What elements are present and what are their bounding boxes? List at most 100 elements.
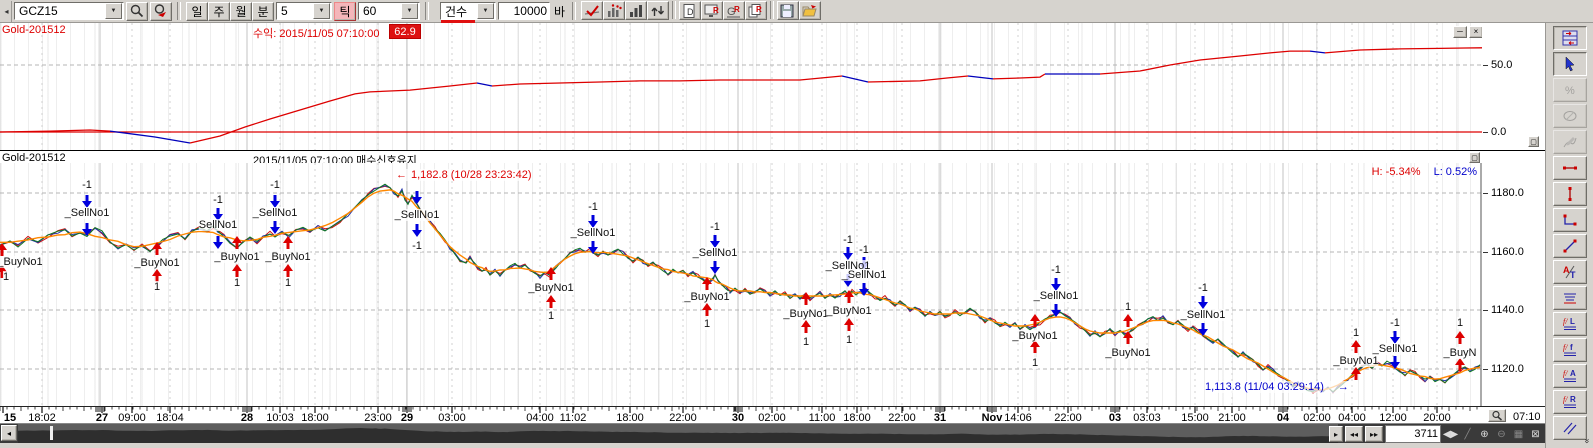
period-button-0[interactable]: 일	[186, 2, 208, 21]
chevron-down-icon[interactable]: ▼	[105, 3, 122, 19]
svg-text:f: f	[1570, 343, 1573, 352]
symbol-value: GCZ15	[15, 4, 104, 18]
parallel-lines-tool-button[interactable]	[1553, 416, 1587, 440]
close-box-icon[interactable]: ⊠	[1528, 426, 1543, 442]
search-icon	[129, 3, 145, 19]
text-tool-button[interactable]: AT	[1553, 260, 1587, 284]
svg-text:R: R	[1570, 395, 1576, 404]
symbol-combo[interactable]: GCZ15 ▼	[14, 2, 124, 20]
svg-text:f/: f/	[1563, 343, 1568, 352]
svg-text:T: T	[1570, 270, 1576, 280]
period-button-3[interactable]: 분	[252, 2, 274, 21]
toolbar-icon-group: DRGRR	[581, 1, 821, 22]
bar-count-field[interactable]	[498, 2, 550, 20]
pointer-button[interactable]	[1553, 52, 1587, 76]
price-chart[interactable]	[0, 163, 1482, 406]
tick-mode-button[interactable]: 틱	[334, 2, 356, 21]
fib-fan-tool-button[interactable]: f/A	[1553, 364, 1587, 388]
chart-navigator[interactable]: ◂ ▸◂◂▸▸ ◀▶╱⊕⊖▦⊠	[0, 423, 1545, 443]
polyline-tool-icon	[1562, 212, 1578, 228]
close-button[interactable]: ×	[1469, 26, 1483, 38]
save-button[interactable]	[777, 1, 799, 20]
period-button-2[interactable]: 월	[230, 2, 252, 21]
navigator-bar-count-input[interactable]	[1385, 425, 1441, 443]
equity-y-axis: 50.00.0	[1482, 23, 1545, 150]
chevron-down-icon[interactable]: ▼	[477, 3, 494, 19]
grid-view-icon[interactable]: ▦	[1511, 426, 1526, 442]
toolbar-scroll-left-icon[interactable]: ◂	[2, 1, 12, 22]
tick-exclaim-button[interactable]	[603, 1, 625, 20]
vline-tool-icon	[1562, 186, 1578, 202]
svg-text:L: L	[1570, 317, 1575, 326]
percent-tool-button[interactable]: %	[1553, 78, 1587, 102]
open-folder-button[interactable]	[799, 1, 821, 20]
count-mode-combo[interactable]: 건수 ▼	[440, 2, 496, 20]
chart-layout-icon	[1562, 30, 1578, 46]
interval-combo[interactable]: 5 ▼	[276, 2, 332, 20]
search-run-button[interactable]	[150, 2, 172, 21]
volume-bars-button[interactable]	[625, 1, 647, 20]
zoom-out-icon[interactable]: ⊖	[1494, 426, 1509, 442]
zoom-in-icon[interactable]: ⊕	[1477, 426, 1492, 442]
current-time-label: 07:10	[1513, 411, 1541, 423]
hline-tool-button[interactable]	[1553, 156, 1587, 180]
minimize-button[interactable]: ─	[1453, 26, 1467, 38]
diagonal-cursor-icon[interactable]: ╱	[1460, 426, 1475, 442]
svg-text:R: R	[756, 5, 762, 14]
chevron-down-icon[interactable]: ▼	[313, 3, 330, 19]
interval-value: 5	[277, 4, 312, 18]
fib-projection-tool-icon: f/L	[1562, 316, 1578, 332]
toolbar-separator	[425, 2, 429, 20]
low-annotation: 1,113.8 (11/04 03:29:14) →	[1205, 381, 1349, 393]
more-tools-icon[interactable]: »	[1582, 438, 1592, 443]
navigator-forward-button[interactable]: ▸▸	[1365, 426, 1383, 442]
signal-check-button[interactable]	[581, 1, 603, 20]
navigator-range-handle[interactable]	[50, 426, 53, 440]
chevron-down-icon[interactable]: ▼	[401, 3, 418, 19]
svg-text:f/: f/	[1563, 317, 1568, 326]
time-axis: 1518:022709:0018:042810:0318:0023:002903…	[0, 406, 1545, 424]
fib-retracement-tool-icon: f/R	[1562, 394, 1578, 410]
equity-value-badge: 62.9	[389, 24, 421, 39]
trendline-tool-button[interactable]	[1553, 234, 1587, 258]
count-mode-value: 건수	[441, 3, 476, 20]
equity-chart[interactable]	[0, 23, 1482, 150]
fib-projection-tool-button[interactable]: f/L	[1553, 312, 1587, 336]
fib-lines-tool-button[interactable]	[1553, 286, 1587, 310]
screen-r-button[interactable]: R	[701, 1, 723, 20]
navigator-rewind-button[interactable]: ◂◂	[1345, 426, 1363, 442]
volume-bars-icon	[627, 3, 645, 19]
panel-restore-button[interactable]: ▢	[1528, 136, 1539, 147]
updown-arrows-button[interactable]	[647, 1, 669, 20]
price-axis-label: 1160.0	[1491, 246, 1524, 258]
toolbar-separator	[572, 2, 576, 20]
price-axis-label: 1140.0	[1491, 304, 1524, 316]
panel-restore-button[interactable]: ▢	[1469, 152, 1480, 163]
time-zoom-button[interactable]	[1488, 409, 1506, 422]
price-panel-header: Gold-201512 2015/11/05 07:10:00 매수신호유지 ▢	[0, 150, 1545, 164]
copy-r-button[interactable]: R	[745, 1, 767, 20]
doc-d-button[interactable]: D	[679, 1, 701, 20]
toolbar-separator	[672, 1, 676, 19]
search-button[interactable]	[126, 2, 148, 21]
vline-tool-button[interactable]	[1553, 182, 1587, 206]
navigator-scroll-left-icon[interactable]: ◂	[1, 425, 17, 441]
navigator-minimap[interactable]	[18, 424, 1338, 443]
navigator-play-button[interactable]: ▸	[1329, 426, 1343, 442]
freehand-tool-button[interactable]	[1553, 130, 1587, 154]
chart-r-button[interactable]: GR	[723, 1, 745, 20]
fib-retracement-tool-button[interactable]: f/R	[1553, 390, 1587, 414]
arrow-left-icon: ←	[396, 169, 407, 181]
fib-curve-tool-button[interactable]: f/f	[1553, 338, 1587, 362]
equity-panel-title: Gold-201512	[2, 24, 66, 36]
range-arrows-icon[interactable]: ◀▶	[1443, 426, 1458, 442]
trendline-tool-icon	[1562, 238, 1578, 254]
period-button-1[interactable]: 주	[208, 2, 230, 21]
svg-text:D: D	[687, 7, 694, 17]
polyline-tool-button[interactable]	[1553, 208, 1587, 232]
ellipse-tool-button[interactable]	[1553, 104, 1587, 128]
tick-size-combo[interactable]: 60 ▼	[358, 2, 420, 20]
toolbar-separator	[177, 2, 181, 20]
svg-text:f/: f/	[1563, 369, 1568, 378]
chart-layout-button[interactable]	[1553, 26, 1587, 50]
